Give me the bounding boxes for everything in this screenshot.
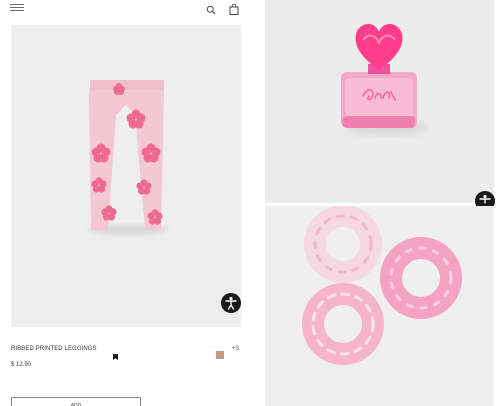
perfume-product-image[interactable] (265, 0, 494, 203)
color-swatch[interactable] (216, 346, 224, 359)
product-name[interactable]: RIBBED PRINTED LEGGINGS (11, 346, 97, 352)
accessibility-icon[interactable] (221, 293, 241, 313)
top-bar (0, 0, 252, 16)
product-meta: RIBBED PRINTED LEGGINGS +3 (11, 346, 241, 360)
product-price: $ 12.90 (11, 362, 32, 368)
add-to-cart-button[interactable]: ADD (11, 397, 141, 406)
hamburger-menu-icon[interactable] (10, 4, 24, 12)
related-products-column (265, 0, 495, 406)
more-colors-count[interactable]: +3 (232, 346, 239, 352)
scrunchies-product-image[interactable] (265, 206, 494, 406)
search-icon[interactable] (206, 2, 216, 15)
shopping-bag-icon[interactable] (229, 2, 239, 15)
bookmark-icon[interactable] (113, 347, 118, 360)
product-card[interactable] (11, 25, 241, 327)
leggings-product-image[interactable] (11, 25, 241, 327)
